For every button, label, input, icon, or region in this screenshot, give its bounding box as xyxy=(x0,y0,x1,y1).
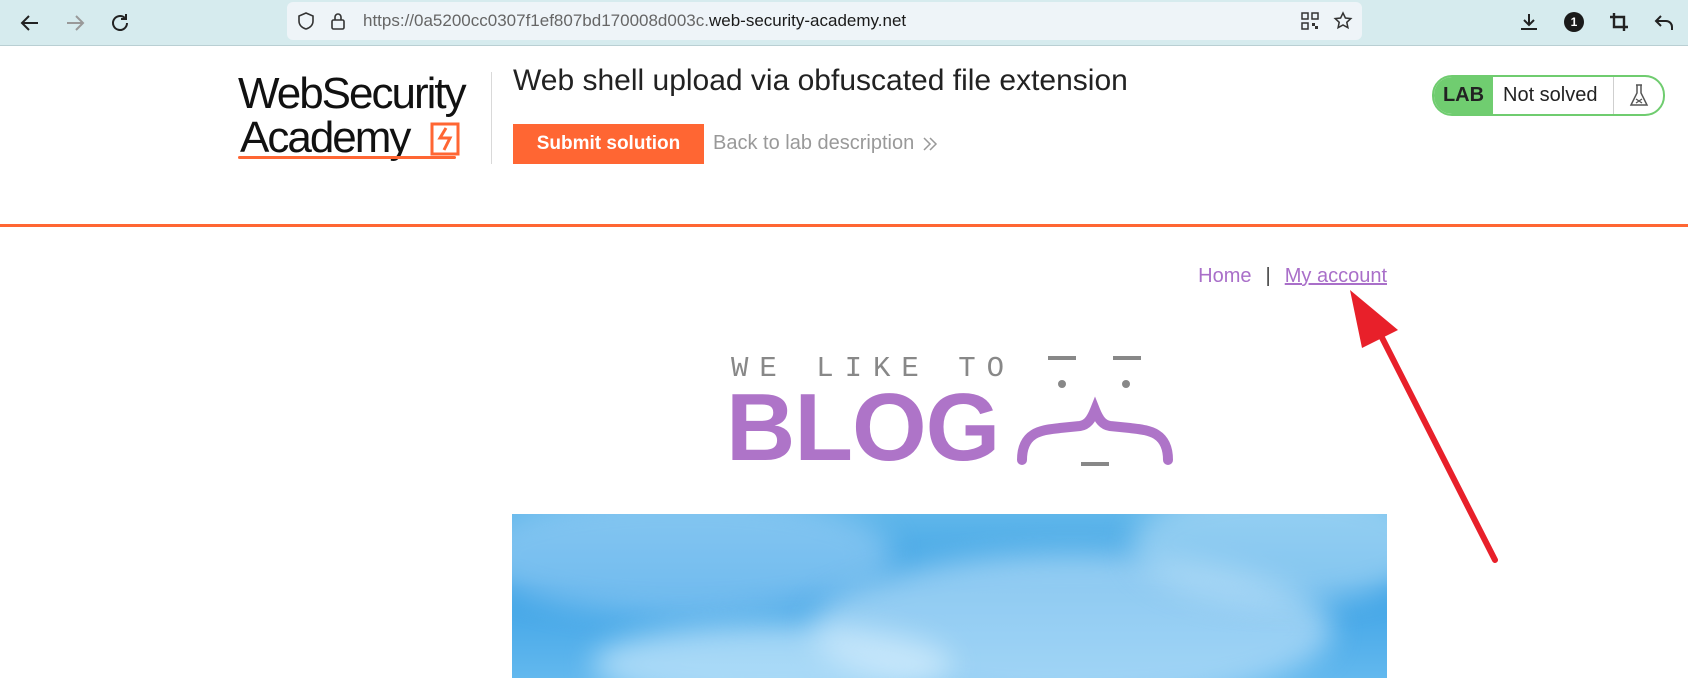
url-host: web-security-academy.net xyxy=(708,11,907,30)
blog-hero-image xyxy=(512,514,1387,678)
bookmark-star-icon[interactable] xyxy=(1332,10,1354,32)
header-divider xyxy=(491,72,492,164)
submit-solution-button[interactable]: Submit solution xyxy=(513,124,704,164)
lab-status-widget: LAB Not solved xyxy=(1432,75,1665,116)
extension-badge-count: 1 xyxy=(1564,12,1584,32)
download-icon[interactable] xyxy=(1513,6,1545,38)
flask-icon xyxy=(1614,83,1663,109)
blog-face-icon xyxy=(1017,356,1173,466)
forward-arrow-icon[interactable] xyxy=(58,6,92,40)
double-chevron-right-icon xyxy=(923,136,938,151)
back-arrow-icon[interactable] xyxy=(13,6,47,40)
lock-icon[interactable] xyxy=(327,10,349,32)
logo-bolt-icon xyxy=(430,122,460,156)
logo-underline xyxy=(238,156,456,159)
nav-separator: | xyxy=(1265,265,1271,287)
address-bar[interactable]: https://0a5200cc0307f1ef807bd170008d003c… xyxy=(287,2,1362,40)
lab-title: Web shell upload via obfuscated file ext… xyxy=(513,64,1128,97)
url-prefix: https://0a5200cc0307f1ef807bd170008d003c… xyxy=(363,11,709,30)
qr-code-icon[interactable] xyxy=(1299,10,1321,32)
lab-status-text: Not solved xyxy=(1493,77,1614,114)
back-to-lab-description-link[interactable]: Back to lab description xyxy=(713,132,938,155)
browser-toolbar: https://0a5200cc0307f1ef807bd170008d003c… xyxy=(0,0,1688,46)
nav-home-link[interactable]: Home xyxy=(1198,265,1251,288)
logo-line1: WebSecurity xyxy=(238,69,467,118)
blog-nav: Home | My account xyxy=(1198,265,1387,288)
reload-icon[interactable] xyxy=(103,6,137,40)
crop-icon[interactable] xyxy=(1603,6,1635,38)
back-link-label: Back to lab description xyxy=(713,132,915,154)
annotation-arrow xyxy=(1350,290,1498,563)
undo-icon[interactable] xyxy=(1648,6,1680,38)
lab-tag: LAB xyxy=(1434,77,1493,114)
blog-brand: BLOG xyxy=(726,374,1000,481)
extension-badge-icon[interactable]: 1 xyxy=(1558,6,1590,38)
url-text[interactable]: https://0a5200cc0307f1ef807bd170008d003c… xyxy=(363,11,906,31)
nav-my-account-link[interactable]: My account xyxy=(1285,265,1387,288)
shield-icon[interactable] xyxy=(295,10,317,32)
header-bottom-rule xyxy=(0,224,1688,227)
web-security-academy-logo[interactable]: WebSecurity Academy xyxy=(238,72,488,162)
logo-line2: Academy xyxy=(240,113,411,162)
